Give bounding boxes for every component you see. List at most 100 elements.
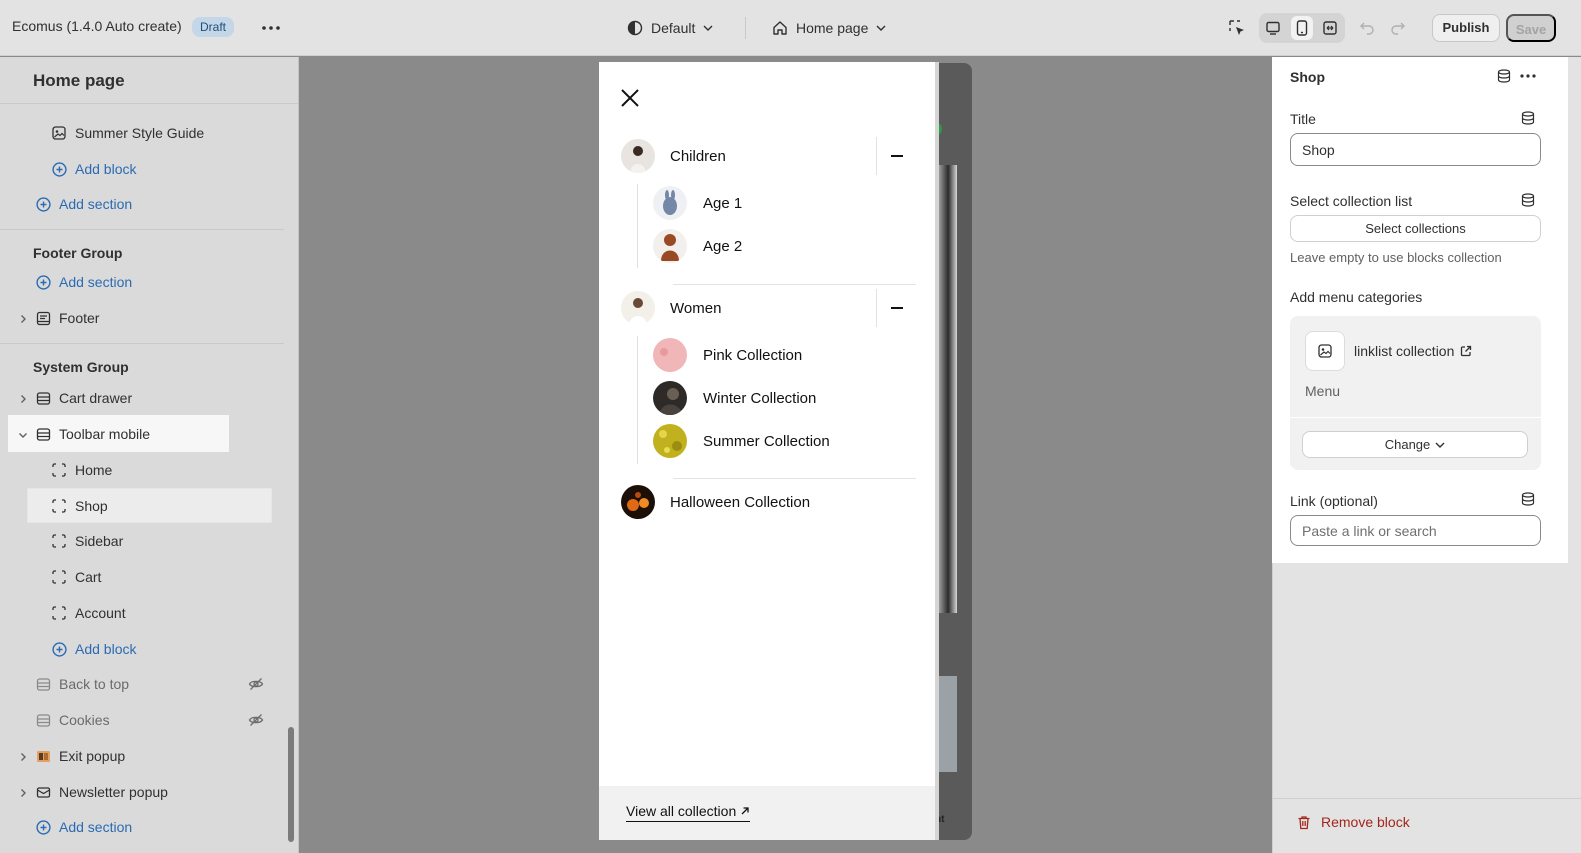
chevron-right-icon[interactable] (17, 393, 29, 405)
close-icon[interactable] (619, 87, 641, 109)
menu-category-women[interactable]: Women (621, 290, 915, 326)
add-section-button[interactable]: Add section (35, 809, 132, 845)
menu-picker: linklist collection Menu Change (1290, 316, 1541, 470)
subcategory-label: Pink Collection (703, 346, 803, 364)
sidebar-item-cookies[interactable]: Cookies (35, 702, 110, 738)
add-block-button[interactable]: Add block (51, 151, 136, 187)
database-icon[interactable] (1521, 111, 1535, 125)
menu-category-children[interactable]: Children (621, 138, 915, 174)
theme-select[interactable]: Default (627, 16, 713, 40)
sidebar-item-toolbar-mobile[interactable]: Toolbar mobile (35, 416, 150, 452)
status-badge: Draft (192, 17, 235, 37)
sidebar-item-shop[interactable]: Shop (51, 488, 108, 524)
sidebar-item-sidebar[interactable]: Sidebar (51, 523, 123, 559)
category-avatar (621, 139, 655, 173)
chevron-right-icon[interactable] (17, 751, 29, 763)
arrow-up-right-icon (740, 806, 750, 816)
sidebar-item-label: Cart drawer (59, 390, 133, 406)
sidebar-item-summer-style-guide[interactable]: Summer Style Guide (51, 115, 204, 151)
publish-button[interactable]: Publish (1432, 14, 1500, 42)
sidebar-item-cart-drawer[interactable]: Cart drawer (35, 380, 132, 416)
image-placeholder-icon (1305, 331, 1345, 371)
subcategory-label: Summer Collection (703, 432, 830, 450)
save-button[interactable]: Save (1506, 14, 1556, 42)
database-icon[interactable] (1497, 69, 1511, 83)
mobile-view-icon[interactable] (1291, 16, 1313, 40)
title-input[interactable] (1290, 133, 1541, 166)
desktop-view-icon[interactable] (1263, 18, 1283, 38)
view-all-label: View all collection (626, 803, 737, 819)
chevron-right-icon[interactable] (17, 787, 29, 799)
sidebar-item-newsletter-popup[interactable]: Newsletter popup (35, 774, 168, 810)
menu-category-halloween[interactable]: Halloween Collection (621, 484, 915, 520)
menu-type-text: Menu (1305, 383, 1341, 399)
inspector-cursor-icon[interactable] (1227, 18, 1247, 38)
linklist-collection-link[interactable]: linklist collection (1354, 343, 1472, 359)
sidebar-item-label: Back to top (59, 676, 130, 692)
sidebar-item-back-to-top[interactable]: Back to top (35, 666, 129, 702)
sidebar-item-account[interactable]: Account (51, 595, 126, 631)
sidebar-item-label: Shop (75, 498, 108, 514)
section-layout-icon (35, 390, 51, 406)
sidebar-item-footer[interactable]: Footer (35, 300, 99, 336)
subcategory-label: Age 2 (703, 237, 743, 255)
menu-subitem-winter-collection[interactable]: Winter Collection (653, 381, 816, 415)
popup-image-icon (35, 748, 51, 764)
chevron-down-icon[interactable] (17, 429, 29, 441)
eye-off-icon[interactable] (248, 712, 264, 728)
sidebar-item-exit-popup[interactable]: Exit popup (35, 738, 125, 774)
plus-circle-icon (51, 161, 67, 177)
group-title-footer: Footer Group (33, 245, 123, 261)
section-layout-icon (35, 310, 51, 326)
more-actions-icon[interactable] (1520, 69, 1538, 83)
menu-subitem-age-2[interactable]: Age 2 (653, 229, 742, 263)
undo-icon[interactable] (1357, 18, 1377, 38)
chevron-down-icon (703, 25, 713, 31)
subcategory-avatar (653, 229, 687, 263)
add-section-button[interactable]: Add section (35, 186, 132, 222)
add-section-button[interactable]: Add section (35, 264, 132, 300)
select-collections-button[interactable]: Select collections (1290, 215, 1541, 242)
select-collection-help: Leave empty to use blocks collection (1290, 250, 1502, 265)
change-menu-button[interactable]: Change (1302, 431, 1528, 458)
collapse-minus-icon[interactable] (876, 289, 916, 327)
subcategory-avatar (653, 381, 687, 415)
sidebar-item-label: Summer Style Guide (75, 125, 205, 141)
theme-icon (627, 20, 643, 36)
sidebar-item-cart[interactable]: Cart (51, 559, 101, 595)
menu-subitem-age-1[interactable]: Age 1 (653, 186, 742, 220)
sidebar-item-home[interactable]: Home (51, 452, 112, 488)
plus-circle-icon (35, 274, 51, 290)
section-layout-icon (35, 676, 51, 692)
database-icon[interactable] (1521, 492, 1535, 506)
remove-block-button[interactable]: Remove block (1297, 814, 1410, 830)
drawer-scrollbar[interactable] (935, 62, 939, 840)
sidebar-item-label: Account (75, 605, 126, 621)
category-avatar (621, 485, 655, 519)
view-all-collection-link[interactable]: View all collection (626, 803, 751, 822)
section-layout-icon (35, 426, 51, 442)
add-block-label: Add block (75, 641, 137, 657)
add-block-button[interactable]: Add block (51, 631, 136, 667)
page-select[interactable]: Home page (772, 16, 886, 40)
category-label: Halloween Collection (670, 493, 811, 511)
sidebar-scrollbar[interactable] (288, 727, 294, 842)
chevron-right-icon[interactable] (17, 313, 29, 325)
category-avatar (621, 291, 655, 325)
collapse-minus-icon[interactable] (876, 137, 916, 175)
menu-subitem-pink-collection[interactable]: Pink Collection (653, 338, 802, 372)
eye-off-icon[interactable] (248, 676, 264, 692)
subcategory-label: Winter Collection (703, 389, 817, 407)
image-block-icon (51, 125, 67, 141)
full-width-view-icon[interactable] (1320, 18, 1340, 38)
trash-icon (1297, 815, 1311, 830)
plus-circle-icon (35, 196, 51, 212)
menu-subitem-summer-collection[interactable]: Summer Collection (653, 424, 830, 458)
subcategory-label: Age 1 (703, 194, 743, 212)
redo-icon[interactable] (1388, 18, 1408, 38)
block-frame-icon (51, 533, 67, 549)
database-icon[interactable] (1521, 193, 1535, 207)
page-select-label: Home page (796, 20, 869, 36)
more-actions-icon[interactable] (260, 17, 282, 39)
link-input[interactable] (1290, 515, 1541, 546)
